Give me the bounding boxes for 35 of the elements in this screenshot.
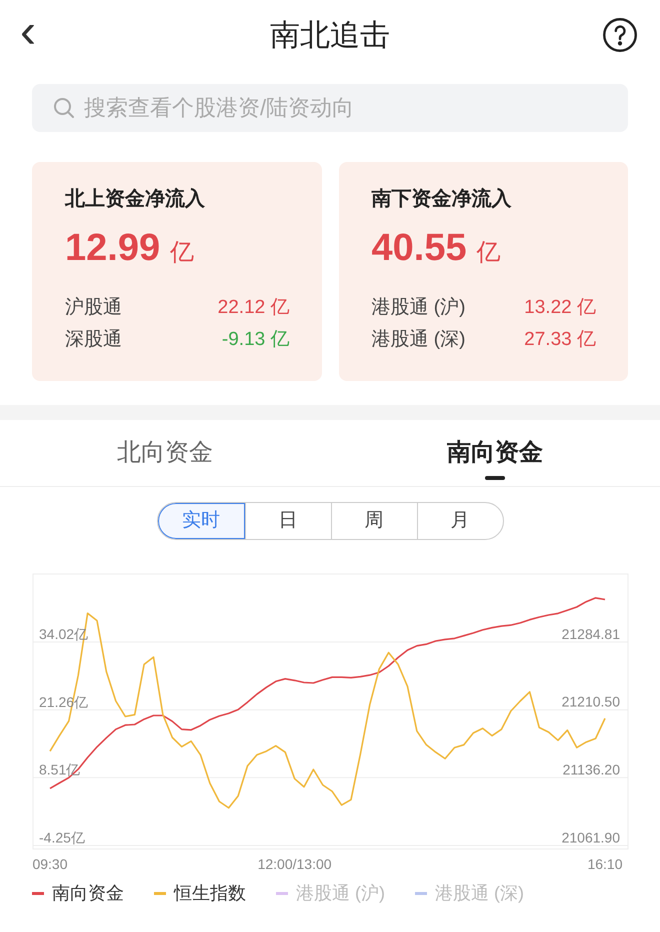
period-tab[interactable]: 日 xyxy=(244,503,330,539)
period-tab[interactable]: 周 xyxy=(330,503,416,539)
tab[interactable]: 北向资金 xyxy=(0,420,330,486)
row-label: 沪股通 xyxy=(65,296,122,320)
axis-label: 12:00/13:00 xyxy=(258,856,332,872)
card-title: 北上资金净流入 xyxy=(65,186,206,212)
legend-label[interactable]: 恒生指数 xyxy=(174,880,246,907)
help-icon[interactable] xyxy=(602,17,638,53)
flow-amount: 40.55 xyxy=(372,226,467,271)
row-value: 27.33 亿 xyxy=(524,328,596,352)
row-value: 22.12 亿 xyxy=(218,296,290,320)
period-tab[interactable]: 月 xyxy=(416,503,502,539)
card-title: 南下资金净流入 xyxy=(372,186,512,212)
back-button[interactable]: ‹ xyxy=(20,8,36,56)
axis-label: 21284.81 xyxy=(562,626,620,642)
axis-label: 21136.20 xyxy=(562,762,620,778)
axis-label: 16:10 xyxy=(587,856,623,872)
row-value: 13.22 亿 xyxy=(524,296,596,320)
unit-label: 亿 xyxy=(476,238,501,268)
row-label: 港股通 (深) xyxy=(372,328,466,352)
axis-label: 21061.90 xyxy=(562,829,620,846)
row-label: 深股通 xyxy=(65,328,122,352)
axis-label: 21210.50 xyxy=(562,694,620,710)
row-label: 港股通 (沪) xyxy=(372,296,466,320)
axis-label: -4.25亿 xyxy=(39,830,85,846)
flow-amount: 12.99 xyxy=(65,226,160,271)
search-field[interactable]: 搜索查看个股港资/陆资动向 xyxy=(32,84,628,132)
page-title: 南北追击 xyxy=(270,18,390,54)
period-tab[interactable]: 实时 xyxy=(158,503,244,539)
axis-label: 09:30 xyxy=(32,856,68,872)
search-icon xyxy=(52,96,76,120)
row-value: -9.13 亿 xyxy=(222,328,290,352)
unit-label: 亿 xyxy=(170,238,194,268)
legend-label[interactable]: 南向资金 xyxy=(52,880,124,907)
tab[interactable]: 南向资金 xyxy=(330,420,660,486)
